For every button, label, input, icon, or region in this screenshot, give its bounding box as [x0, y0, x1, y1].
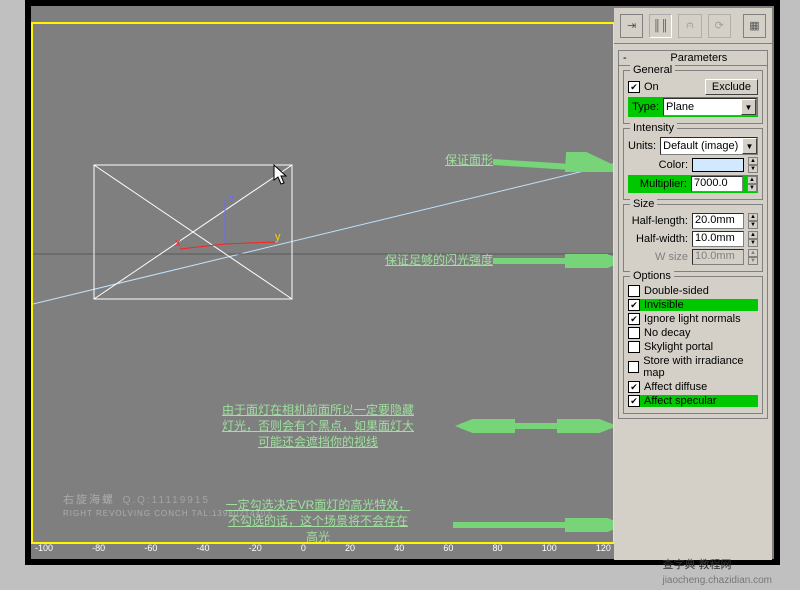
- parameters-rollup: - Parameters General ✔ On Exclude Type: …: [618, 50, 768, 419]
- w-size-input: 10.0mm: [692, 249, 744, 265]
- w-size-label: W size: [655, 251, 688, 263]
- footer: 查字典 教程网 jiaocheng.chazidian.com: [662, 556, 772, 586]
- no-decay-checkbox[interactable]: [628, 327, 640, 339]
- half-width-input[interactable]: 10.0mm: [692, 231, 744, 247]
- ruler: -100-80-60 -40-200 204060 80100120: [35, 543, 611, 553]
- store-irradiance-checkbox[interactable]: [628, 361, 639, 373]
- util-icon[interactable]: ▦: [743, 14, 766, 38]
- multiplier-input[interactable]: 7000.0: [691, 176, 743, 192]
- svg-text:z: z: [229, 194, 235, 205]
- invisible-checkbox[interactable]: ✔: [628, 299, 640, 311]
- pin-icon[interactable]: ⇥: [620, 14, 643, 38]
- annotation-invisible: 由于面灯在相机前面所以一定要隐藏 灯光，否则会有个黑点，如果面灯大 可能还会遮挡…: [188, 402, 448, 450]
- multiplier-label: Multiplier:: [640, 178, 687, 190]
- multiplier-spinner[interactable]: ▲▼: [747, 176, 757, 192]
- color-spinner[interactable]: ▲▼: [748, 157, 758, 173]
- half-length-spinner[interactable]: ▲▼: [748, 213, 758, 229]
- viewport[interactable]: z x y 保证面形 保证足够的闪光强度 由于面灯在相机前面所以一定要隐藏 灯光…: [33, 24, 613, 542]
- w-size-spinner: ▲▼: [748, 249, 758, 265]
- annotation-multiplier: 保证足够的闪光强度: [313, 252, 493, 268]
- affect-diffuse-label: Affect diffuse: [644, 381, 707, 393]
- affect-specular-checkbox[interactable]: ✔: [628, 395, 640, 407]
- group-intensity: Intensity Units: Default (image) ▼ Color…: [623, 128, 763, 200]
- group-options: Options Double-sided ✔Invisible ✔Ignore …: [623, 276, 763, 414]
- units-dropdown[interactable]: Default (image) ▼: [660, 137, 758, 155]
- svg-text:x: x: [175, 237, 181, 249]
- group-general: General ✔ On Exclude Type: Plane ▼: [623, 70, 763, 124]
- on-checkbox[interactable]: ✔: [628, 81, 640, 93]
- footer-url: jiaocheng.chazidian.com: [662, 575, 772, 586]
- motion-icon[interactable]: ⟳: [708, 14, 731, 38]
- type-label: Type:: [629, 101, 659, 113]
- double-sided-checkbox[interactable]: [628, 285, 640, 297]
- watermark-sub: RIGHT REVOLVING CONCH TAL:13980214403: [63, 509, 272, 518]
- affect-diffuse-checkbox[interactable]: ✔: [628, 381, 640, 393]
- half-length-label: Half-length:: [632, 215, 688, 227]
- annotation-plane: 保证面形: [413, 152, 493, 168]
- panel-toolbar: ⇥ ║║ ⩀ ⟳ ▦: [614, 8, 772, 44]
- affect-specular-label: Affect specular: [644, 395, 717, 407]
- footer-title: 查字典 教程网: [662, 559, 731, 571]
- modify-tab-icon[interactable]: ║║: [649, 14, 672, 38]
- half-width-label: Half-width:: [636, 233, 688, 245]
- group-size-legend: Size: [630, 198, 657, 210]
- on-label: On: [644, 81, 659, 93]
- group-options-legend: Options: [630, 270, 674, 282]
- units-value: Default (image): [663, 140, 738, 152]
- svg-text:y: y: [275, 231, 281, 243]
- type-dropdown[interactable]: Plane ▼: [663, 98, 757, 116]
- chevron-down-icon: ▼: [742, 138, 757, 154]
- color-label: Color:: [659, 159, 688, 171]
- arrow-to-specular: [453, 518, 613, 532]
- color-swatch[interactable]: [692, 158, 744, 172]
- axis-gizmo[interactable]: z x y: [175, 194, 295, 297]
- half-length-input[interactable]: 20.0mm: [692, 213, 744, 229]
- exclude-button[interactable]: Exclude: [705, 79, 758, 95]
- arrow-to-invisible: [453, 419, 613, 433]
- watermark-qq: Q.Q:11119915: [123, 495, 210, 506]
- half-width-spinner[interactable]: ▲▼: [748, 231, 758, 247]
- ignore-normals-checkbox[interactable]: ✔: [628, 313, 640, 325]
- arrow-to-type: [493, 152, 613, 172]
- command-panel: ⇥ ║║ ⩀ ⟳ ▦ - Parameters General ✔ On Exc…: [614, 8, 772, 560]
- ignore-normals-label: Ignore light normals: [644, 313, 741, 325]
- arrow-to-multiplier: [493, 254, 613, 268]
- double-sided-label: Double-sided: [644, 285, 709, 297]
- hierarchy-icon[interactable]: ⩀: [678, 14, 701, 38]
- group-intensity-legend: Intensity: [630, 122, 677, 134]
- units-label: Units:: [628, 140, 656, 152]
- skylight-portal-label: Skylight portal: [644, 341, 713, 353]
- chevron-down-icon: ▼: [741, 99, 756, 115]
- watermark: 右旋海螺 Q.Q:11119915 RIGHT REVOLVING CONCH …: [63, 486, 272, 518]
- watermark-title: 右旋海螺: [63, 494, 115, 506]
- invisible-label: Invisible: [644, 299, 684, 311]
- mouse-cursor: [273, 164, 289, 186]
- type-value: Plane: [666, 101, 694, 113]
- rollup-title: Parameters: [670, 52, 727, 64]
- store-irradiance-label: Store with irradiance map: [643, 355, 758, 379]
- group-general-legend: General: [630, 64, 675, 76]
- no-decay-label: No decay: [644, 327, 690, 339]
- group-size: Size Half-length: 20.0mm ▲▼ Half-width: …: [623, 204, 763, 272]
- skylight-portal-checkbox[interactable]: [628, 341, 640, 353]
